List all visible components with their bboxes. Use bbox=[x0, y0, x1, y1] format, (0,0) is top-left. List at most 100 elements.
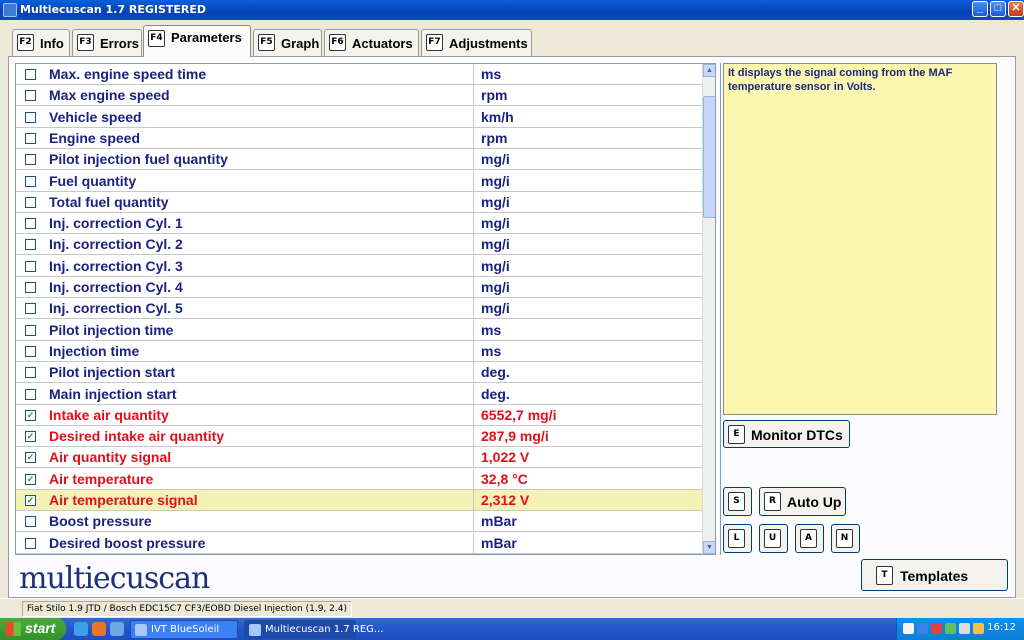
column-separator bbox=[473, 255, 474, 277]
parameter-value: mg/i bbox=[481, 257, 510, 274]
parameter-value: mg/i bbox=[481, 172, 510, 189]
parameter-row[interactable]: ✓ Air temperature 32,8 °C bbox=[16, 468, 704, 490]
parameter-row[interactable]: Vehicle speed km/h bbox=[16, 106, 704, 128]
n-button[interactable]: N bbox=[831, 524, 860, 553]
tab-info[interactable]: F2 Info bbox=[12, 29, 70, 56]
parameter-row[interactable]: Max. engine speed time ms bbox=[16, 64, 704, 85]
parameters-panel: Max. engine speed time ms Max engine speed… bbox=[8, 56, 1016, 598]
clock: 16:12 bbox=[987, 622, 1016, 633]
column-separator bbox=[473, 447, 474, 469]
tray-bluetooth-icon[interactable] bbox=[917, 623, 928, 634]
parameter-checkbox[interactable]: ✓ bbox=[25, 431, 36, 443]
tray-network-icon[interactable] bbox=[945, 623, 956, 634]
column-separator bbox=[473, 170, 474, 192]
tab-actuators[interactable]: F6 Actuators bbox=[324, 29, 419, 56]
scroll-thumb[interactable] bbox=[703, 96, 715, 218]
quick-launch-desktop-icon[interactable] bbox=[110, 622, 124, 636]
parameter-checkbox[interactable] bbox=[25, 69, 36, 80]
parameter-checkbox[interactable] bbox=[25, 282, 36, 293]
task-multiecuscan[interactable]: Multiecuscan 1.7 REG... bbox=[244, 620, 383, 639]
parameter-checkbox[interactable] bbox=[25, 239, 36, 251]
parameter-row[interactable]: ✓ Desired intake air quantity 287,9 mg/i bbox=[16, 426, 704, 448]
parameter-row[interactable]: Pilot injection start deg. bbox=[16, 362, 704, 384]
parameter-checkbox[interactable]: ✓ bbox=[25, 452, 36, 464]
parameter-row[interactable]: Engine speed rpm bbox=[16, 127, 704, 149]
parameter-row[interactable]: Fuel quantity mg/i bbox=[16, 170, 704, 192]
parameter-name: Inj. correction Cyl. 4 bbox=[49, 279, 183, 295]
parameter-checkbox[interactable] bbox=[25, 324, 36, 336]
button-label: Monitor DTCs bbox=[751, 427, 843, 443]
parameter-checkbox[interactable] bbox=[25, 367, 36, 379]
parameter-value: 287,9 mg/i bbox=[481, 428, 549, 445]
templates-button[interactable]: T Templates bbox=[861, 559, 1008, 591]
scroll-down-arrow[interactable]: ▼ bbox=[703, 541, 715, 554]
quick-launch-ie-icon[interactable] bbox=[74, 622, 88, 636]
s-button[interactable]: S bbox=[723, 487, 752, 516]
parameter-checkbox[interactable] bbox=[25, 260, 36, 272]
u-button[interactable]: U bbox=[759, 524, 788, 553]
a-button[interactable]: A bbox=[795, 524, 824, 553]
parameter-checkbox[interactable] bbox=[25, 345, 36, 357]
parameter-row[interactable]: ✓ Air temperature signal 2,312 V bbox=[16, 490, 704, 511]
parameter-row[interactable]: Max engine speed rpm bbox=[16, 85, 704, 107]
tab-errors[interactable]: F3 Errors bbox=[72, 29, 142, 56]
parameter-checkbox[interactable] bbox=[25, 537, 36, 549]
parameter-name: Total fuel quantity bbox=[49, 193, 169, 210]
parameter-row[interactable]: Total fuel quantity mg/i bbox=[16, 191, 704, 213]
column-separator bbox=[473, 106, 474, 128]
start-button[interactable]: start bbox=[0, 618, 66, 640]
parameter-checkbox[interactable] bbox=[25, 516, 36, 528]
parameter-checkbox[interactable] bbox=[25, 111, 36, 123]
parameter-row[interactable]: ✓ Air quantity signal 1,022 V bbox=[16, 447, 704, 469]
maximize-button[interactable]: □ bbox=[990, 1, 1006, 17]
parameter-checkbox[interactable] bbox=[25, 196, 36, 208]
parameter-row[interactable]: Inj. correction Cyl. 1 mg/i bbox=[16, 213, 704, 235]
parameter-row[interactable]: Inj. correction Cyl. 4 mg/i bbox=[16, 277, 704, 298]
parameter-checkbox[interactable] bbox=[25, 90, 36, 102]
parameter-row[interactable]: Inj. correction Cyl. 3 mg/i bbox=[16, 255, 704, 277]
monitor-dtcs-button[interactable]: E Monitor DTCs bbox=[723, 420, 850, 448]
tab-label: Graph bbox=[281, 36, 320, 51]
parameter-row[interactable]: Desired boost pressure mBar bbox=[16, 532, 704, 554]
parameter-checkbox[interactable] bbox=[25, 132, 36, 144]
minimize-button[interactable]: _ bbox=[972, 1, 988, 17]
parameter-row[interactable]: Main injection start deg. bbox=[16, 383, 704, 405]
tab-parameters[interactable]: F4 Parameters bbox=[143, 25, 251, 57]
quick-launch-firefox-icon[interactable] bbox=[92, 622, 106, 636]
tab-key: F3 bbox=[77, 34, 94, 51]
tray-antivirus-icon[interactable] bbox=[931, 623, 942, 634]
close-button[interactable]: ✕ bbox=[1008, 1, 1024, 17]
parameter-value: ms bbox=[481, 321, 502, 338]
parameter-checkbox[interactable] bbox=[25, 388, 36, 400]
parameter-row[interactable]: ✓ Intake air quantity 6552,7 mg/i bbox=[16, 404, 704, 426]
parameter-checkbox[interactable] bbox=[25, 218, 36, 230]
button-label: Auto Up bbox=[787, 494, 842, 510]
parameter-checkbox[interactable]: ✓ bbox=[25, 409, 36, 421]
parameters-table: Max. engine speed time ms Max engine speed… bbox=[15, 63, 716, 555]
parameter-checkbox[interactable] bbox=[25, 303, 36, 315]
tab-adjustments[interactable]: F7 Adjustments bbox=[421, 29, 532, 56]
parameter-row[interactable]: Injection time ms bbox=[16, 340, 704, 362]
parameter-checkbox[interactable]: ✓ bbox=[25, 473, 36, 485]
task-bluesoleil[interactable]: IVT BlueSoleil bbox=[130, 620, 238, 639]
parameter-checkbox[interactable] bbox=[25, 154, 36, 166]
parameter-row[interactable]: Inj. correction Cyl. 5 mg/i bbox=[16, 298, 704, 320]
tab-graph[interactable]: F5 Graph bbox=[253, 29, 322, 56]
parameter-row[interactable]: Boost pressure mBar bbox=[16, 511, 704, 533]
parameter-name: Max engine speed bbox=[49, 87, 170, 104]
tray-help-icon[interactable] bbox=[903, 623, 914, 634]
parameter-row[interactable]: Pilot injection fuel quantity mg/i bbox=[16, 149, 704, 171]
parameter-checkbox[interactable]: ✓ bbox=[25, 495, 36, 506]
parameter-row[interactable]: Inj. correction Cyl. 2 mg/i bbox=[16, 234, 704, 256]
l-button[interactable]: L bbox=[723, 524, 752, 553]
tray-volume-icon[interactable] bbox=[959, 623, 970, 634]
button-key: T bbox=[876, 566, 893, 585]
scroll-up-arrow[interactable]: ▲ bbox=[703, 64, 715, 77]
vertical-scrollbar[interactable]: ▲ ▼ bbox=[702, 64, 715, 554]
parameter-row[interactable]: Pilot injection time ms bbox=[16, 319, 704, 341]
tray-security-icon[interactable] bbox=[973, 623, 984, 634]
tab-label: Info bbox=[40, 36, 64, 51]
auto-up-button[interactable]: R Auto Up bbox=[759, 487, 846, 516]
column-separator bbox=[473, 362, 474, 384]
parameter-checkbox[interactable] bbox=[25, 175, 36, 187]
